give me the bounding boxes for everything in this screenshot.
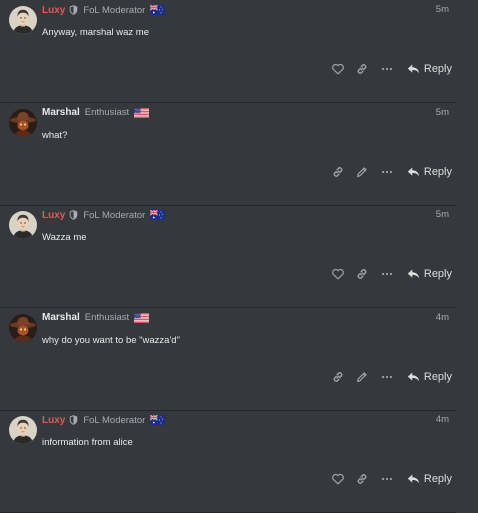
avatar[interactable] xyxy=(9,313,37,342)
like-button[interactable] xyxy=(331,267,345,281)
more-button[interactable] xyxy=(380,165,394,179)
post-age[interactable]: 5m xyxy=(436,209,449,220)
post-actions: Reply xyxy=(0,472,456,488)
username[interactable]: Luxy xyxy=(42,210,65,221)
reply-button[interactable]: Reply xyxy=(407,266,452,282)
post: Marshal Enthusiast 4m why do you want to be… xyxy=(0,308,456,411)
post: Luxy FoL Moderator 5m Anyway, marshal waz m… xyxy=(0,0,456,103)
shield-icon xyxy=(65,415,78,425)
pencil-icon xyxy=(355,166,369,183)
link-icon xyxy=(355,473,369,490)
ellipsis-icon xyxy=(380,268,394,285)
post-body: Wazza me xyxy=(42,232,87,243)
heart-icon xyxy=(331,268,345,285)
edit-button[interactable] xyxy=(355,165,369,179)
post-body: information from alice xyxy=(42,437,133,448)
post-actions: Reply xyxy=(0,165,456,181)
reply-label: Reply xyxy=(423,473,452,485)
post-age[interactable]: 4m xyxy=(436,312,449,323)
avatar[interactable] xyxy=(9,416,37,444)
share-link-button[interactable] xyxy=(331,370,345,384)
link-icon xyxy=(355,63,369,80)
link-icon xyxy=(331,371,345,388)
edit-button[interactable] xyxy=(355,370,369,384)
post-age[interactable]: 5m xyxy=(436,107,449,118)
avatar[interactable] xyxy=(9,108,37,137)
ellipsis-icon xyxy=(380,166,394,183)
user-title: FoL Moderator xyxy=(83,209,146,221)
reply-arrow-icon xyxy=(407,371,424,383)
more-button[interactable] xyxy=(380,267,394,281)
share-link-button[interactable] xyxy=(355,267,369,281)
avatar[interactable] xyxy=(9,211,37,239)
more-button[interactable] xyxy=(380,370,394,384)
post: Luxy FoL Moderator 4m information from alic… xyxy=(0,410,456,513)
more-button[interactable] xyxy=(380,62,394,76)
australia-flag-icon xyxy=(145,210,166,220)
reply-label: Reply xyxy=(423,165,452,178)
ellipsis-icon xyxy=(380,371,394,388)
shield-icon xyxy=(65,5,78,15)
post-meta: Marshal Enthusiast xyxy=(42,106,150,120)
share-link-button[interactable] xyxy=(355,472,369,486)
share-link-button[interactable] xyxy=(331,165,345,179)
reply-button[interactable]: Reply xyxy=(407,369,452,385)
post-body: Anyway, marshal waz me xyxy=(42,27,149,38)
post-actions: Reply xyxy=(0,62,456,78)
user-title: Enthusiast xyxy=(84,312,130,323)
post-meta: Luxy FoL Moderator xyxy=(42,413,166,427)
reply-button[interactable]: Reply xyxy=(407,471,452,487)
post-body: why do you want to be "wazza'd" xyxy=(42,334,180,346)
username[interactable]: Luxy xyxy=(42,5,65,16)
reply-button[interactable]: Reply xyxy=(407,61,452,77)
avatar[interactable] xyxy=(9,6,37,34)
more-button[interactable] xyxy=(380,472,394,486)
reply-label: Reply xyxy=(423,370,452,383)
username[interactable]: Luxy xyxy=(42,415,65,426)
post-age[interactable]: 5m xyxy=(436,4,449,15)
post: Luxy FoL Moderator 5m Wazza me Reply xyxy=(0,205,456,308)
usa-flag-icon xyxy=(129,107,150,118)
post-body: what? xyxy=(42,129,68,141)
reply-arrow-icon xyxy=(407,63,424,75)
heart-icon xyxy=(331,473,345,490)
reply-arrow-icon xyxy=(407,166,424,178)
heart-icon xyxy=(331,63,345,80)
post: Marshal Enthusiast 5m what? Reply xyxy=(0,103,456,206)
reply-arrow-icon xyxy=(407,473,424,485)
username[interactable]: Marshal xyxy=(42,312,80,323)
username[interactable]: Marshal xyxy=(42,107,80,118)
usa-flag-icon xyxy=(129,312,150,323)
like-button[interactable] xyxy=(331,62,345,76)
australia-flag-icon xyxy=(145,415,166,425)
link-icon xyxy=(331,166,345,183)
post-age[interactable]: 4m xyxy=(436,414,449,425)
link-icon xyxy=(355,268,369,285)
post-actions: Reply xyxy=(0,267,456,283)
reply-button[interactable]: Reply xyxy=(407,164,452,180)
ellipsis-icon xyxy=(380,473,394,490)
user-title: Enthusiast xyxy=(84,107,130,118)
reply-label: Reply xyxy=(423,268,452,280)
pencil-icon xyxy=(355,371,369,388)
post-meta: Luxy FoL Moderator xyxy=(42,3,166,17)
user-title: FoL Moderator xyxy=(83,414,146,426)
topic-feed: Luxy FoL Moderator 5m Anyway, marshal waz m… xyxy=(0,0,478,513)
shield-icon xyxy=(65,210,78,220)
post-actions: Reply xyxy=(0,370,456,386)
post-meta: Marshal Enthusiast xyxy=(42,311,150,325)
like-button[interactable] xyxy=(331,472,345,486)
reply-label: Reply xyxy=(423,63,452,75)
reply-arrow-icon xyxy=(407,268,424,280)
user-title: FoL Moderator xyxy=(83,4,146,16)
ellipsis-icon xyxy=(380,63,394,80)
post-meta: Luxy FoL Moderator xyxy=(42,208,166,222)
share-link-button[interactable] xyxy=(355,62,369,76)
australia-flag-icon xyxy=(145,5,166,15)
